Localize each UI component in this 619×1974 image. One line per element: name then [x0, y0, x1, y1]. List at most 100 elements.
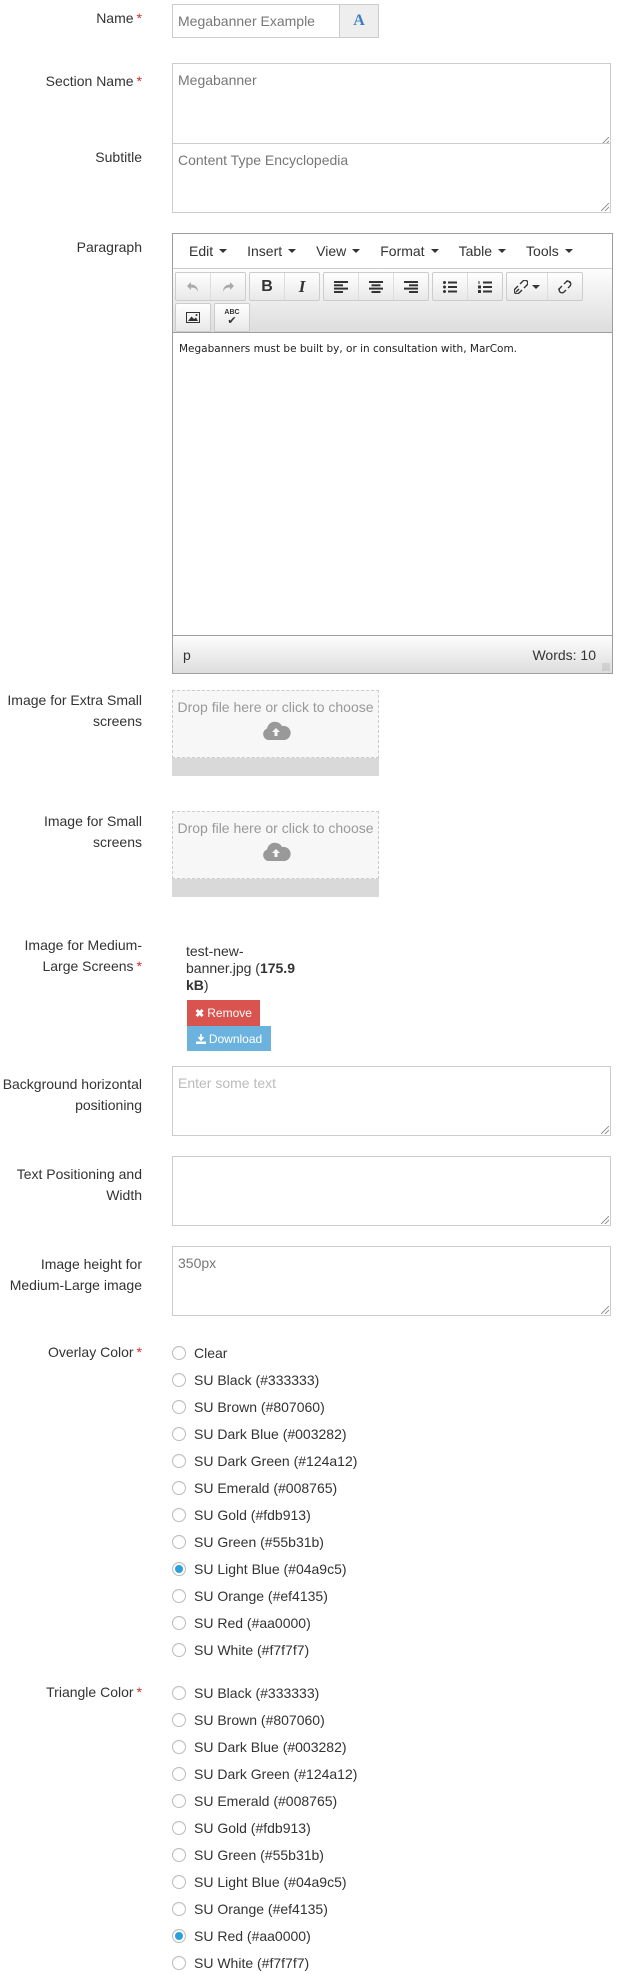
menu-edit[interactable]: Edit [179, 243, 237, 259]
close-icon: ✖ [195, 1007, 205, 1020]
menu-format[interactable]: Format [370, 243, 448, 259]
radio-unchecked-icon[interactable] [172, 1794, 186, 1808]
numbered-list-button[interactable] [468, 273, 502, 300]
radio-unchecked-icon[interactable] [172, 1902, 186, 1916]
element-path[interactable]: p [183, 647, 191, 663]
radio-checked-icon[interactable] [172, 1929, 186, 1943]
resize-grip-icon[interactable] [601, 1126, 609, 1134]
download-file-button[interactable]: Download [187, 1026, 271, 1051]
redo-button[interactable] [211, 273, 245, 300]
radio-unchecked-icon[interactable] [172, 1427, 186, 1441]
italic-button[interactable]: I [285, 273, 319, 300]
triangle-color-option[interactable]: SU Black (#333333) [172, 1682, 319, 1704]
radio-label: SU White (#f7f7f7) [194, 1642, 310, 1658]
resize-grip-icon[interactable] [601, 203, 609, 211]
radio-unchecked-icon[interactable] [172, 1875, 186, 1889]
radio-unchecked-icon[interactable] [172, 1848, 186, 1862]
menu-view[interactable]: View [306, 243, 370, 259]
caret-down-icon [564, 249, 573, 253]
radio-label: SU Gold (#fdb913) [194, 1820, 311, 1836]
radio-label: SU Orange (#ef4135) [194, 1588, 328, 1604]
radio-label: SU Light Blue (#04a9c5) [194, 1874, 347, 1890]
image-xs-dropzone[interactable]: Drop file here or click to choose [172, 690, 379, 776]
unlink-button[interactable] [548, 273, 582, 300]
radio-unchecked-icon[interactable] [172, 1589, 186, 1603]
radio-unchecked-icon[interactable] [172, 1767, 186, 1781]
overlay-color-option[interactable]: SU Red (#aa0000) [172, 1612, 311, 1634]
italic-icon: I [298, 276, 306, 296]
drop-text: Drop file here or click to choose [177, 699, 374, 715]
overlay-color-option[interactable]: SU Brown (#807060) [172, 1396, 325, 1418]
triangle-color-option[interactable]: SU Brown (#807060) [172, 1709, 325, 1731]
overlay-color-option[interactable]: SU Light Blue (#04a9c5) [172, 1558, 347, 1580]
resize-grip-icon[interactable] [601, 1216, 609, 1224]
resize-grip-icon[interactable] [601, 1306, 609, 1314]
remove-file-button[interactable]: ✖ Remove [187, 1000, 260, 1026]
subtitle-label: Subtitle [95, 149, 142, 165]
radio-unchecked-icon[interactable] [172, 1956, 186, 1970]
align-right-button[interactable] [394, 273, 428, 300]
radio-label: SU Dark Green (#124a12) [194, 1453, 358, 1469]
radio-label: SU Green (#55b31b) [194, 1534, 324, 1550]
bold-button[interactable]: B [250, 273, 285, 300]
radio-label: SU Red (#aa0000) [194, 1928, 311, 1944]
menu-table[interactable]: Table [449, 243, 516, 259]
triangle-color-option[interactable]: SU Dark Green (#124a12) [172, 1763, 357, 1785]
subtitle-textarea[interactable]: Content Type Encyclopedia [172, 143, 611, 213]
radio-unchecked-icon[interactable] [172, 1400, 186, 1414]
radio-unchecked-icon[interactable] [172, 1535, 186, 1549]
overlay-color-option[interactable]: SU Dark Green (#124a12) [172, 1450, 357, 1472]
insert-image-button[interactable] [176, 304, 210, 331]
radio-label: SU Orange (#ef4135) [194, 1901, 328, 1917]
overlay-color-option[interactable]: SU Dark Blue (#003282) [172, 1423, 347, 1445]
overlay-color-option[interactable]: SU White (#f7f7f7) [172, 1639, 309, 1661]
radio-unchecked-icon[interactable] [172, 1686, 186, 1700]
radio-unchecked-icon[interactable] [172, 1454, 186, 1468]
spellcheck-button[interactable]: ABC ✔ [215, 304, 249, 331]
radio-unchecked-icon[interactable] [172, 1713, 186, 1727]
triangle-color-option[interactable]: SU Red (#aa0000) [172, 1925, 311, 1947]
image-height-textarea[interactable]: 350px [172, 1246, 611, 1316]
overlay-color-option[interactable]: SU Black (#333333) [172, 1369, 319, 1391]
unlink-icon [558, 279, 572, 293]
triangle-color-option[interactable]: SU Light Blue (#04a9c5) [172, 1871, 347, 1893]
radio-unchecked-icon[interactable] [172, 1740, 186, 1754]
overlay-color-option[interactable]: SU Green (#55b31b) [172, 1531, 324, 1553]
menu-insert[interactable]: Insert [237, 243, 306, 259]
section-name-textarea[interactable]: Megabanner [172, 63, 611, 147]
radio-label: SU Emerald (#008765) [194, 1793, 338, 1809]
triangle-color-option[interactable]: SU Gold (#fdb913) [172, 1817, 311, 1839]
radio-unchecked-icon[interactable] [172, 1481, 186, 1495]
overlay-color-option[interactable]: SU Emerald (#008765) [172, 1477, 337, 1499]
editor-content-area[interactable]: Megabanners must be built by, or in cons… [173, 333, 612, 616]
translate-button[interactable]: A [339, 4, 379, 38]
bullet-list-button[interactable] [433, 273, 468, 300]
menu-tools[interactable]: Tools [516, 243, 583, 259]
align-left-icon [334, 280, 348, 293]
image-xs-label: Image for Extra Small screens [7, 692, 142, 729]
triangle-color-option[interactable]: SU Orange (#ef4135) [172, 1898, 328, 1920]
align-left-button[interactable] [324, 273, 359, 300]
triangle-color-option[interactable]: SU Dark Blue (#003282) [172, 1736, 347, 1758]
undo-button[interactable] [176, 273, 211, 300]
editor-resize-handle-icon[interactable] [602, 663, 610, 671]
triangle-color-option[interactable]: SU Emerald (#008765) [172, 1790, 337, 1812]
overlay-color-option[interactable]: Clear [172, 1342, 227, 1364]
overlay-color-option[interactable]: SU Gold (#fdb913) [172, 1504, 311, 1526]
radio-unchecked-icon[interactable] [172, 1616, 186, 1630]
download-icon [195, 1033, 206, 1044]
image-sm-dropzone[interactable]: Drop file here or click to choose [172, 811, 379, 897]
radio-unchecked-icon[interactable] [172, 1643, 186, 1657]
text-positioning-textarea[interactable] [172, 1156, 611, 1226]
radio-unchecked-icon[interactable] [172, 1821, 186, 1835]
triangle-color-option[interactable]: SU Green (#55b31b) [172, 1844, 324, 1866]
radio-unchecked-icon[interactable] [172, 1373, 186, 1387]
radio-unchecked-icon[interactable] [172, 1508, 186, 1522]
radio-unchecked-icon[interactable] [172, 1346, 186, 1360]
radio-checked-icon[interactable] [172, 1562, 186, 1576]
bg-horizontal-textarea[interactable]: Enter some text [172, 1066, 611, 1136]
insert-link-button[interactable] [507, 273, 548, 300]
align-center-button[interactable] [359, 273, 394, 300]
name-input[interactable]: Megabanner Example [172, 4, 339, 38]
overlay-color-option[interactable]: SU Orange (#ef4135) [172, 1585, 328, 1607]
